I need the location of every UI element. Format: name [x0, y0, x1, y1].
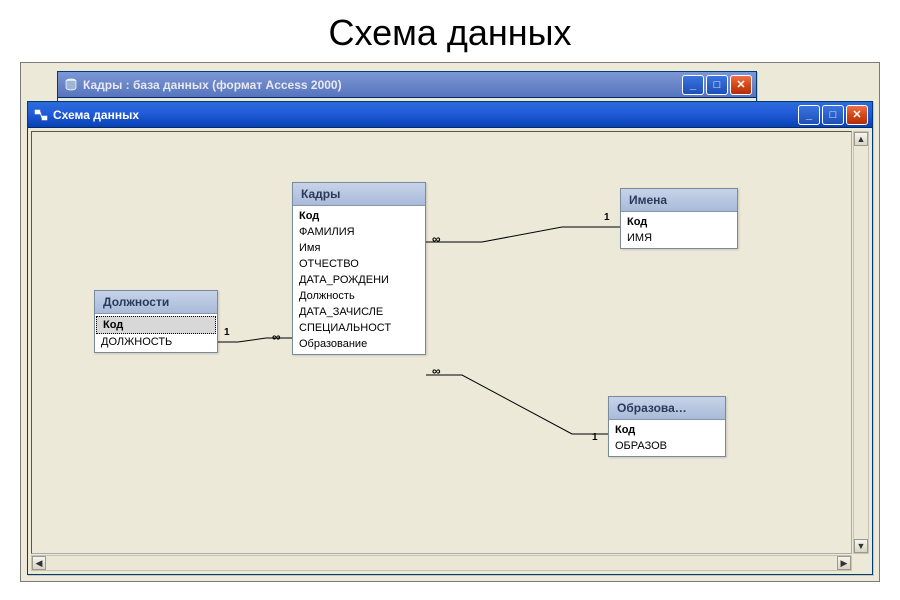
table-dolzhnosti-header[interactable]: Должности [95, 291, 217, 314]
relationship-icon [34, 108, 48, 122]
page-heading: Схема данных [0, 0, 900, 62]
table-kadry-field-1[interactable]: ФАМИЛИЯ [293, 224, 425, 240]
database-icon [64, 78, 78, 92]
table-obrazovanie-fields: Код ОБРАЗОВ [609, 420, 725, 456]
table-dolzhnosti-field-1[interactable]: ДОЛЖНОСТЬ [95, 334, 217, 350]
db-maximize-button[interactable]: □ [706, 75, 728, 95]
schema-window[interactable]: Схема данных _ □ ✕ 1 ∞ ∞ [27, 101, 873, 575]
table-imena-field-0[interactable]: Код [621, 214, 737, 230]
table-kadry-field-6[interactable]: ДАТА_ЗАЧИСЛЕ [293, 304, 425, 320]
schema-close-button[interactable]: ✕ [846, 105, 868, 125]
workspace: Кадры : база данных (формат Access 2000)… [20, 62, 880, 582]
table-imena-header[interactable]: Имена [621, 189, 737, 212]
table-imena[interactable]: Имена Код ИМЯ [620, 188, 738, 249]
schema-minimize-button[interactable]: _ [798, 105, 820, 125]
rel3-one-label: 1 [592, 432, 598, 443]
rel2-one-label: 1 [604, 212, 610, 223]
rel2-many-label: ∞ [432, 232, 441, 246]
table-dolzhnosti-field-0[interactable]: Код [96, 316, 216, 334]
db-minimize-button[interactable]: _ [682, 75, 704, 95]
db-close-button[interactable]: ✕ [730, 75, 752, 95]
table-obrazovanie-header[interactable]: Образова… [609, 397, 725, 420]
horizontal-scrollbar[interactable]: ◀ ▶ [31, 555, 852, 571]
schema-maximize-button[interactable]: □ [822, 105, 844, 125]
table-kadry-field-7[interactable]: СПЕЦИАЛЬНОСТ [293, 320, 425, 336]
vertical-scrollbar[interactable]: ▲ ▼ [853, 131, 869, 554]
table-obrazovanie-field-0[interactable]: Код [609, 422, 725, 438]
table-kadry[interactable]: Кадры Код ФАМИЛИЯ Имя ОТЧЕСТВО ДАТА_РОЖД… [292, 182, 426, 355]
table-imena-field-1[interactable]: ИМЯ [621, 230, 737, 246]
db-window-controls: _ □ ✕ [682, 75, 752, 95]
db-window-titlebar[interactable]: Кадры : база данных (формат Access 2000)… [58, 72, 756, 98]
table-kadry-field-4[interactable]: ДАТА_РОЖДЕНИ [293, 272, 425, 288]
table-kadry-field-8[interactable]: Образование [293, 336, 425, 352]
table-kadry-field-5[interactable]: Должность [293, 288, 425, 304]
table-obrazovanie-field-1[interactable]: ОБРАЗОВ [609, 438, 725, 454]
table-dolzhnosti-fields: Код ДОЛЖНОСТЬ [95, 314, 217, 352]
schema-canvas[interactable]: 1 ∞ ∞ 1 ∞ 1 Кадры Код ФАМИЛИЯ Имя ОТЧЕСТ… [31, 131, 852, 554]
scroll-down-button[interactable]: ▼ [854, 539, 868, 553]
rel3-many-label: ∞ [432, 364, 441, 378]
table-kadry-fields: Код ФАМИЛИЯ Имя ОТЧЕСТВО ДАТА_РОЖДЕНИ До… [293, 206, 425, 354]
scroll-up-button[interactable]: ▲ [854, 132, 868, 146]
table-kadry-header[interactable]: Кадры [293, 183, 425, 206]
table-imena-fields: Код ИМЯ [621, 212, 737, 248]
scroll-right-button[interactable]: ▶ [837, 556, 851, 570]
scroll-left-button[interactable]: ◀ [32, 556, 46, 570]
rel1-many-label: ∞ [272, 330, 281, 344]
rel1-one-label: 1 [224, 327, 230, 338]
table-kadry-field-3[interactable]: ОТЧЕСТВО [293, 256, 425, 272]
table-kadry-field-2[interactable]: Имя [293, 240, 425, 256]
table-obrazovanie[interactable]: Образова… Код ОБРАЗОВ [608, 396, 726, 457]
schema-window-body: 1 ∞ ∞ 1 ∞ 1 Кадры Код ФАМИЛИЯ Имя ОТЧЕСТ… [28, 128, 872, 574]
schema-window-controls: _ □ ✕ [798, 105, 868, 125]
schema-window-titlebar[interactable]: Схема данных _ □ ✕ [28, 102, 872, 128]
table-dolzhnosti[interactable]: Должности Код ДОЛЖНОСТЬ [94, 290, 218, 353]
db-window-title: Кадры : база данных (формат Access 2000) [83, 78, 677, 92]
table-kadry-field-0[interactable]: Код [293, 208, 425, 224]
schema-window-title: Схема данных [53, 108, 793, 122]
